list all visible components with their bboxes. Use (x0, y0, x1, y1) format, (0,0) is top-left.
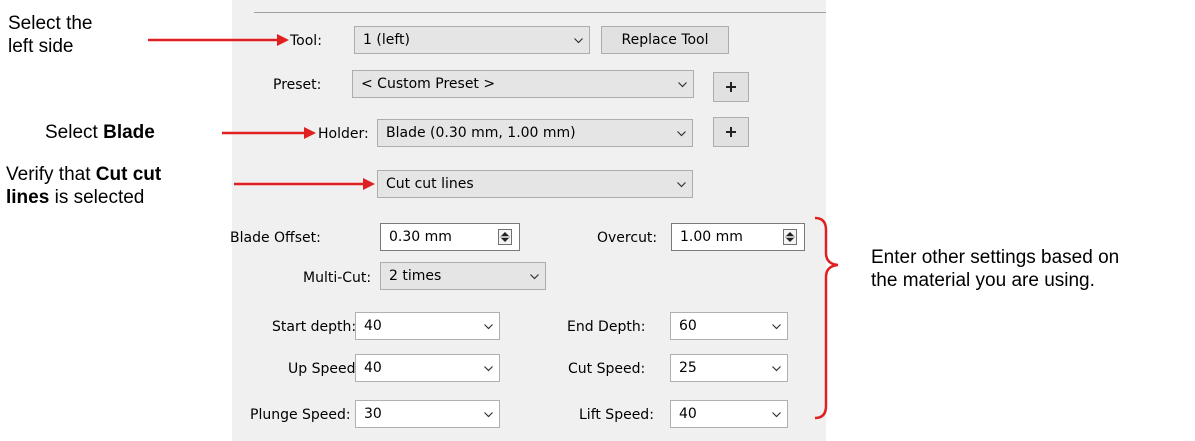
settings-bracket (814, 216, 839, 420)
arrow-holder-head (304, 127, 316, 139)
arrow-tool-head (277, 34, 289, 46)
arrow-cut-mode-head (363, 178, 375, 190)
annotation-arrows (148, 34, 839, 420)
